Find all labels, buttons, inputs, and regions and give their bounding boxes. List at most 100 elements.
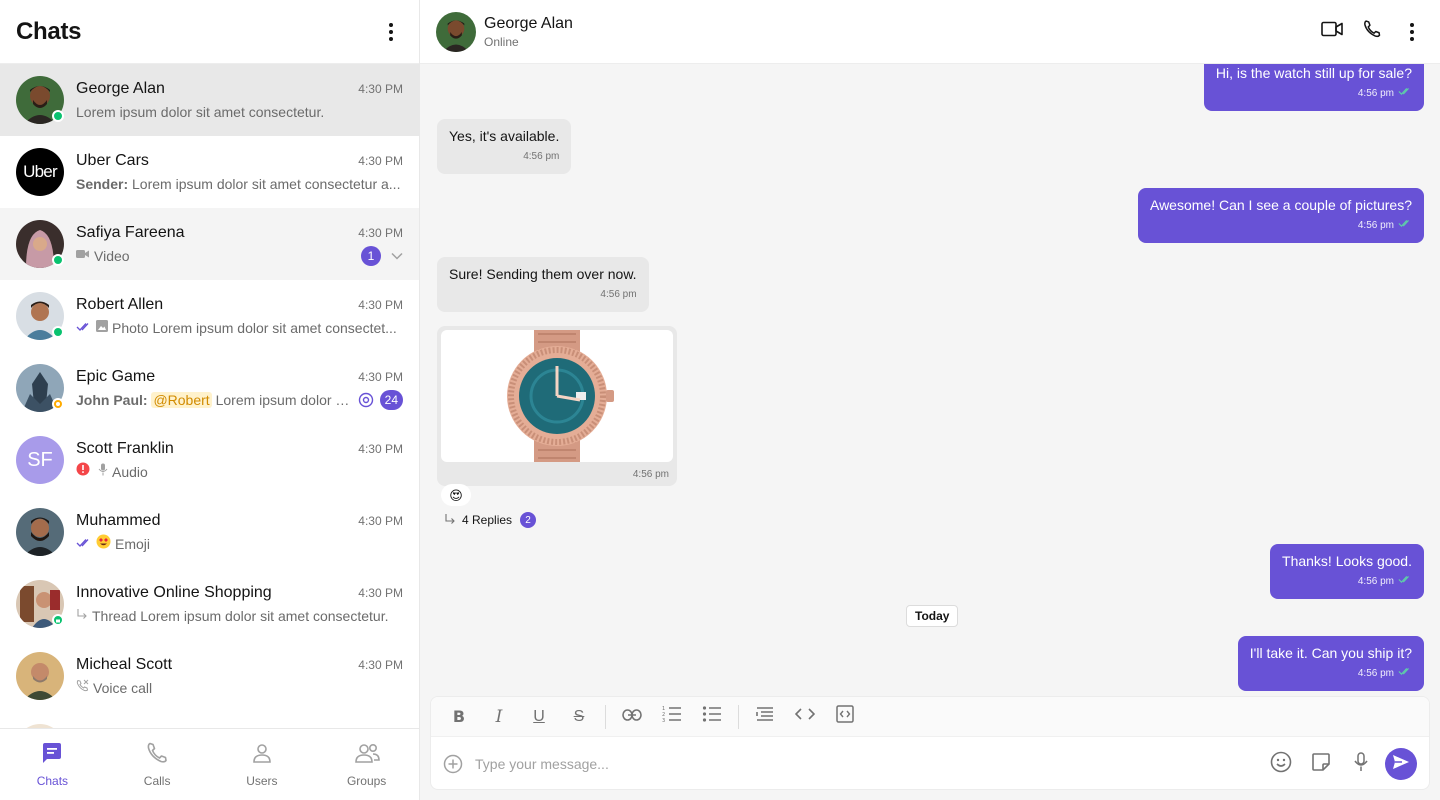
- mention-tag: @Robert: [151, 391, 212, 408]
- chat-name: Uber Cars: [76, 151, 149, 169]
- chat-item-muhammed[interactable]: Muhammed 4:30 PM Emoji: [0, 496, 419, 568]
- message-time: 4:56 pm: [1357, 88, 1394, 99]
- ordered-list-button[interactable]: 123: [652, 701, 692, 733]
- phone-icon: [1362, 19, 1382, 44]
- chat-item-uber-cars[interactable]: Uber Uber Cars 4:30 PM Sender: Lorem ips…: [0, 136, 419, 208]
- message-incoming[interactable]: Sure! Sending them over now. 4:56 pm: [437, 257, 649, 312]
- double-check-icon: [76, 319, 92, 337]
- formatting-toolbar: B I U S 123: [431, 697, 1429, 737]
- nav-users[interactable]: Users: [210, 729, 315, 800]
- italic-button[interactable]: I: [479, 701, 519, 733]
- heart-eyes-emoji-icon: [96, 534, 111, 554]
- add-attachment-icon[interactable]: [443, 754, 463, 774]
- thread-reply-icon: [76, 607, 88, 625]
- watch-photo[interactable]: [441, 330, 673, 462]
- chat-name: Micheal Scott: [76, 655, 173, 673]
- nav-label: Chats: [36, 774, 69, 788]
- message-image[interactable]: 4:56 pm: [437, 326, 677, 486]
- video-camera-icon: [1321, 21, 1343, 42]
- chat-time: 4:30 PM: [358, 513, 403, 528]
- unread-badge: 24: [379, 389, 403, 410]
- avatar: Uber: [16, 148, 64, 196]
- bottom-navigation: Chats Calls Users Groups: [0, 728, 419, 800]
- chat-item-safiya-fareena[interactable]: Safiya Fareena 4:30 PM Video 1: [0, 208, 419, 280]
- message-outgoing[interactable]: Hi, is the watch still up for sale? 4:56…: [1203, 64, 1424, 111]
- nav-calls[interactable]: Calls: [105, 729, 210, 800]
- chat-item-micheal-scott[interactable]: Micheal Scott 4:30 PM Voice call: [0, 640, 419, 712]
- nav-chats[interactable]: Chats: [0, 729, 105, 800]
- message-outgoing[interactable]: Thanks! Looks good. 4:56 pm: [1270, 544, 1424, 599]
- message-text: Sure! Sending them over now.: [449, 266, 637, 282]
- underline-button[interactable]: U: [519, 701, 559, 733]
- sidebar-more-icon[interactable]: [379, 20, 403, 44]
- bullet-list-icon: [702, 705, 722, 728]
- lock-status-icon: [52, 614, 64, 626]
- message-outgoing[interactable]: I'll take it. Can you ship it? 4:56 pm: [1237, 636, 1424, 691]
- code-block-button[interactable]: [825, 701, 865, 733]
- chat-sidebar: Chats George Alan 4:30 PM Lorem ipsum do…: [0, 0, 420, 800]
- thread-replies-link[interactable]: 4 Replies 2: [444, 512, 537, 528]
- chat-list: George Alan 4:30 PM Lorem ipsum dolor si…: [0, 64, 419, 728]
- toolbar-divider: [605, 704, 606, 729]
- emoji-button[interactable]: [1261, 748, 1301, 780]
- video-call-button[interactable]: [1320, 20, 1344, 44]
- chat-preview: Audio: [112, 463, 148, 480]
- voice-record-button[interactable]: [1341, 748, 1381, 780]
- microphone-icon: [98, 463, 108, 481]
- read-receipt-icon: [1398, 85, 1412, 103]
- strikethrough-button[interactable]: S: [559, 701, 599, 733]
- bold-button[interactable]: B: [439, 701, 479, 733]
- message-text: Hi, is the watch still up for sale?: [1215, 65, 1412, 81]
- avatar: [16, 292, 64, 340]
- chat-preview: Photo Lorem ipsum dolor sit amet consect…: [112, 319, 397, 336]
- microphone-icon: [1354, 751, 1368, 777]
- conversation-more-icon[interactable]: [1400, 20, 1424, 44]
- double-check-icon: [76, 535, 92, 553]
- chevron-down-icon[interactable]: [391, 252, 403, 260]
- conversation-header: George Alan Online: [420, 0, 1440, 64]
- replies-count-badge: 2: [520, 512, 537, 528]
- link-icon: [622, 708, 642, 726]
- online-status-dot: [52, 326, 64, 338]
- chat-time: 4:30 PM: [358, 657, 403, 672]
- blockquote-button[interactable]: [745, 701, 785, 733]
- chat-item-scott-franklin[interactable]: SF Scott Franklin 4:30 PM Audio: [0, 424, 419, 496]
- send-button[interactable]: [1385, 748, 1417, 780]
- code-block-icon: [836, 705, 854, 728]
- message-text: Yes, it's available.: [449, 128, 560, 144]
- chat-preview: Emoji: [115, 535, 151, 552]
- inline-code-button[interactable]: [785, 701, 825, 733]
- message-incoming[interactable]: Yes, it's available. 4:56 pm: [437, 119, 572, 174]
- chat-item-robert-allen[interactable]: Robert Allen 4:30 PM Photo Lorem ipsum d…: [0, 280, 419, 352]
- chat-sender: John Paul:: [76, 391, 148, 408]
- chat-item-innovative-online-shopping[interactable]: Innovative Online Shopping 4:30 PM Threa…: [0, 568, 419, 640]
- chat-item-epic-game[interactable]: Epic Game 4:30 PM John Paul: @Robert Lor…: [0, 352, 419, 424]
- group-icon: [352, 741, 382, 770]
- chat-item-george-alan[interactable]: George Alan 4:30 PM Lorem ipsum dolor si…: [0, 64, 419, 136]
- link-button[interactable]: [612, 701, 652, 733]
- avatar: [16, 580, 64, 628]
- avatar[interactable]: [436, 11, 476, 52]
- read-receipt-icon: [1398, 665, 1412, 683]
- chat-name: Robert Allen: [76, 295, 164, 313]
- chat-sender: Sender:: [76, 175, 129, 192]
- message-text: I'll take it. Can you ship it?: [1249, 645, 1412, 661]
- chat-name: Muhammed: [76, 511, 161, 529]
- chat-name: Epic Game: [76, 367, 156, 385]
- message-reaction[interactable]: 😍: [441, 484, 471, 506]
- chat-item-partial[interactable]: [0, 712, 419, 728]
- message-text: Thanks! Looks good.: [1282, 553, 1412, 569]
- chat-preview: Voice call: [93, 679, 153, 696]
- message-text: Awesome! Can I see a couple of pictures?: [1149, 197, 1412, 213]
- bullet-list-button[interactable]: [692, 701, 732, 733]
- avatar: [16, 652, 64, 700]
- sticker-button[interactable]: [1301, 748, 1341, 780]
- message-outgoing[interactable]: Awesome! Can I see a couple of pictures?…: [1137, 188, 1424, 243]
- send-icon: [1392, 754, 1410, 775]
- nav-groups[interactable]: Groups: [314, 729, 419, 800]
- user-icon: [250, 741, 274, 770]
- thread-reply-icon: [444, 513, 456, 528]
- message-input[interactable]: [475, 756, 1261, 772]
- chat-name: George Alan: [76, 79, 165, 97]
- voice-call-button[interactable]: [1360, 20, 1384, 44]
